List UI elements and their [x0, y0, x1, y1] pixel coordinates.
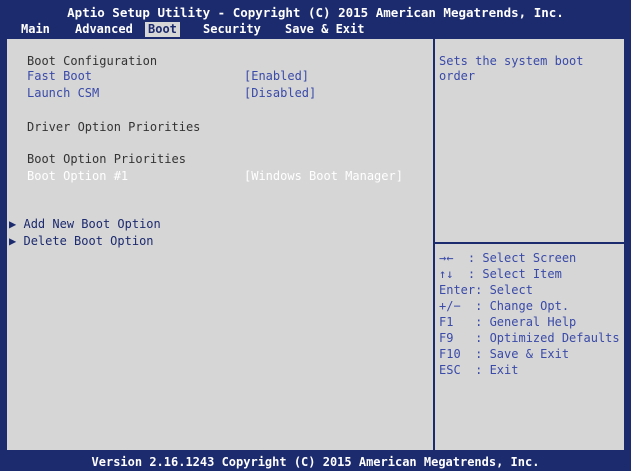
key-help-exit: ESC : Exit [439, 363, 519, 377]
boot-option-1-value[interactable]: [Windows Boot Manager] [244, 169, 403, 184]
section-driver-option-priorities: Driver Option Priorities [27, 120, 201, 134]
key-help-select-screen: →← : Select Screen [439, 251, 577, 265]
footer-version: Version 2.16.1243 Copyright (C) 2015 Ame… [91, 455, 540, 469]
key-help-optimized-defaults: F9 : Optimized Defaults [439, 331, 620, 345]
fast-boot-label[interactable]: Fast Boot [27, 69, 92, 84]
panel-divider-horizontal [435, 242, 624, 244]
key-help-select-item: ↑↓ : Select Item [439, 267, 562, 281]
help-description-line: order [439, 69, 476, 83]
add-new-boot-option-label: Add New Boot Option [23, 217, 161, 231]
tab-boot[interactable]: Boot [145, 22, 180, 37]
delete-boot-option-label: Delete Boot Option [23, 234, 154, 248]
fast-boot-value[interactable]: [Enabled] [244, 69, 309, 84]
tab-security[interactable]: Security [200, 22, 264, 37]
key-help-general-help: F1 : General Help [439, 315, 577, 329]
section-boot-configuration: Boot Configuration [27, 54, 158, 68]
key-help-enter: Enter: Select [439, 283, 533, 297]
app-title: Aptio Setup Utility - Copyright (C) 2015… [67, 5, 564, 20]
help-description-line: Sets the system boot [439, 54, 584, 68]
launch-csm-label[interactable]: Launch CSM [27, 86, 99, 101]
boot-option-1-label[interactable]: Boot Option #1 [27, 169, 128, 184]
submenu-arrow-icon: ▶ [9, 217, 17, 231]
panel-divider-vertical [433, 39, 435, 450]
delete-boot-option[interactable]: ▶ Delete Boot Option [9, 234, 154, 249]
tab-advanced[interactable]: Advanced [72, 22, 136, 37]
tab-bar: Main Advanced Boot Security Save & Exit [0, 22, 631, 37]
add-new-boot-option[interactable]: ▶ Add New Boot Option [9, 217, 161, 232]
main-panel: Boot Configuration Fast Boot [Enabled] L… [5, 37, 626, 452]
tab-main[interactable]: Main [18, 22, 53, 37]
submenu-arrow-icon: ▶ [9, 234, 17, 248]
tab-save-exit[interactable]: Save & Exit [282, 22, 367, 37]
section-boot-option-priorities: Boot Option Priorities [27, 152, 186, 166]
launch-csm-value[interactable]: [Disabled] [244, 86, 316, 101]
key-help-save-exit: F10 : Save & Exit [439, 347, 570, 361]
key-help-change-opt: +/− : Change Opt. [439, 299, 570, 313]
